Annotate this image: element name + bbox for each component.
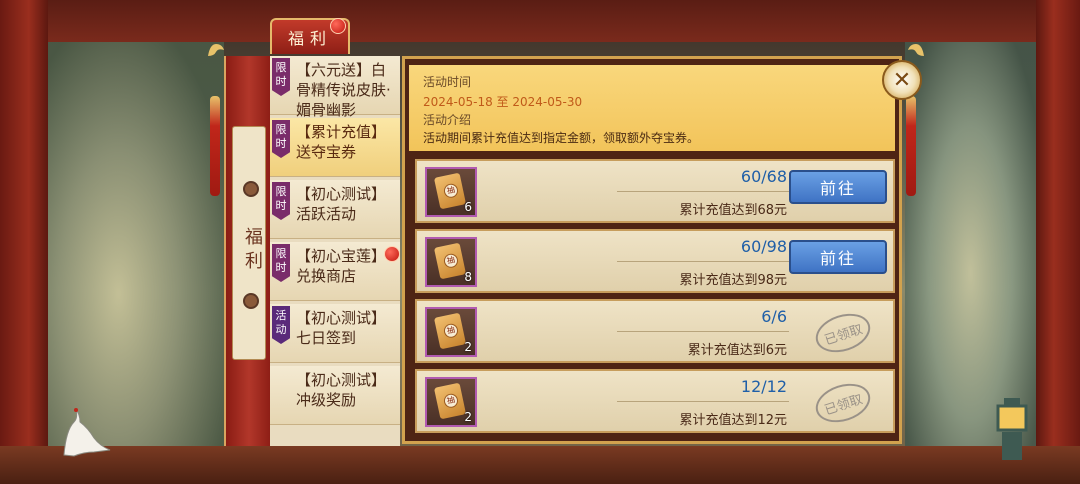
progress-text: 6/6 xyxy=(761,307,787,326)
item-count: 2 xyxy=(464,410,472,424)
reward-item[interactable]: 抽 8 xyxy=(425,237,477,287)
event-tag: 限时 xyxy=(272,120,290,158)
event-title: 【初心测试】七日签到 xyxy=(296,309,387,347)
item-count: 2 xyxy=(464,340,472,354)
lantern-decoration xyxy=(996,398,1028,460)
event-list[interactable]: 限时 【六元送】白骨精传说皮肤·媚骨幽影 限时 【累计充值】送夺宝券 限时 【初… xyxy=(270,56,400,446)
event-tag: 限时 xyxy=(272,182,290,220)
divider xyxy=(617,191,789,192)
main-panel: 活动时间 2024-05-18 至 2024-05-30 活动介绍 活动期间累计… xyxy=(402,56,902,444)
event-title: 【六元送】白骨精传说皮肤·媚骨幽影 xyxy=(296,61,391,119)
event-tag: 限时 xyxy=(272,58,290,96)
activity-intro-label: 活动介绍 xyxy=(423,113,472,127)
notification-dot xyxy=(330,18,346,34)
reward-item[interactable]: 抽 2 xyxy=(425,307,477,357)
background-pillar-right xyxy=(1036,0,1080,484)
condition-text: 累计充值达到98元 xyxy=(679,273,787,288)
go-button[interactable]: 前往 xyxy=(789,240,887,274)
corner-ornament-icon xyxy=(908,44,924,56)
ticket-icon: 抽 xyxy=(433,172,467,210)
event-title: 【初心测试】冲级奖励 xyxy=(296,371,387,409)
event-item-seven-day-signin[interactable]: 活动 【初心测试】七日签到 xyxy=(270,304,400,363)
condition-text: 累计充值达到68元 xyxy=(679,203,787,218)
reward-item[interactable]: 抽 2 xyxy=(425,377,477,427)
tab-welfare-label: 福利 xyxy=(287,29,332,48)
claimed-stamp: 已领取 xyxy=(810,377,876,429)
reward-row: 抽 6 60/68 累计充值达到68元 前往 xyxy=(415,159,895,223)
item-count: 6 xyxy=(464,200,472,214)
event-title: 【初心宝莲】兑换商店 xyxy=(296,247,387,285)
banner-scroll: 福利 xyxy=(232,126,266,360)
progress-text: 60/68 xyxy=(740,167,787,186)
divider xyxy=(617,401,789,402)
condition-text: 累计充值达到12元 xyxy=(679,413,787,428)
background-pillar-left xyxy=(0,0,48,484)
close-button[interactable]: ✕ xyxy=(882,60,922,100)
background-roof xyxy=(0,0,1080,42)
progress-text: 60/98 xyxy=(740,237,787,256)
activity-date-range: 2024-05-18 至 2024-05-30 xyxy=(423,95,583,109)
activity-intro-text: 活动期间累计充值达到指定金额，领取额外夺宝券。 xyxy=(423,131,700,145)
event-item-level-rewards[interactable]: 【初心测试】冲级奖励 xyxy=(270,366,400,425)
crane-decoration xyxy=(63,408,111,457)
reward-item[interactable]: 抽 6 xyxy=(425,167,477,217)
event-item-six-yuan[interactable]: 限时 【六元送】白骨精传说皮肤·媚骨幽影 xyxy=(270,56,400,119)
event-title: 【初心测试】活跃活动 xyxy=(296,185,387,223)
reward-row: 抽 8 60/98 累计充值达到98元 前往 xyxy=(415,229,895,293)
event-item-lotus-shop[interactable]: 限时 【初心宝莲】兑换商店 xyxy=(270,242,400,301)
progress-text: 12/12 xyxy=(740,377,787,396)
claimed-stamp: 已领取 xyxy=(810,307,876,359)
divider xyxy=(617,261,789,262)
background-floor xyxy=(0,446,1080,484)
ticket-icon: 抽 xyxy=(433,312,467,350)
side-banner: 福利 xyxy=(224,56,272,446)
divider xyxy=(617,331,789,332)
knot-icon xyxy=(243,181,259,197)
ticket-icon: 抽 xyxy=(433,382,467,420)
event-title: 【累计充值】送夺宝券 xyxy=(296,123,387,161)
event-info: 活动时间 2024-05-18 至 2024-05-30 活动介绍 活动期间累计… xyxy=(409,65,895,151)
item-count: 8 xyxy=(464,270,472,284)
knot-icon xyxy=(243,293,259,309)
condition-text: 累计充值达到6元 xyxy=(687,343,787,358)
banner-title: 福利 xyxy=(242,227,263,275)
event-item-active-event[interactable]: 限时 【初心测试】活跃活动 xyxy=(270,180,400,239)
event-tag: 活动 xyxy=(272,306,290,344)
close-icon: ✕ xyxy=(892,67,912,93)
background-scene-left xyxy=(48,42,224,462)
go-button[interactable]: 前往 xyxy=(789,170,887,204)
event-tag: 限时 xyxy=(272,244,290,282)
event-item-cumulative-recharge[interactable]: 限时 【累计充值】送夺宝券 xyxy=(270,118,400,177)
reward-row: 抽 2 12/12 累计充值达到12元 已领取 xyxy=(415,369,895,433)
activity-time-label: 活动时间 xyxy=(423,75,472,89)
corner-ornament-icon xyxy=(208,44,224,56)
tassel-decoration xyxy=(906,96,916,196)
tassel-decoration xyxy=(210,96,220,196)
notification-dot xyxy=(384,246,400,262)
ticket-icon: 抽 xyxy=(433,242,467,280)
reward-row: 抽 2 6/6 累计充值达到6元 已领取 xyxy=(415,299,895,363)
